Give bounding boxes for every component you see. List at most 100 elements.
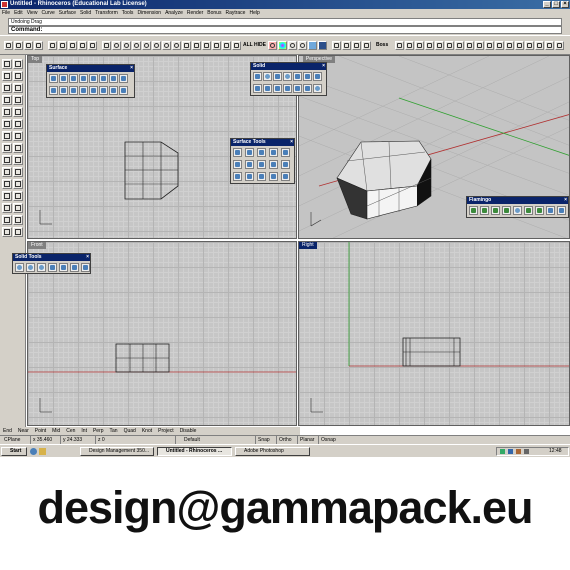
sphere-tool-icon[interactable] <box>13 143 23 153</box>
edge-surface-icon[interactable] <box>69 74 78 83</box>
four-view-icon[interactable] <box>182 41 191 50</box>
osnap-mid[interactable]: Mid <box>49 427 63 435</box>
menu-raytrace[interactable]: Raytrace <box>223 9 247 17</box>
cut-icon[interactable] <box>48 41 57 50</box>
surface-palette[interactable]: Surface × <box>46 64 135 98</box>
close-icon[interactable]: × <box>290 139 293 146</box>
solid-tools-palette[interactable]: Solid Tools × <box>12 253 91 274</box>
menu-render[interactable]: Render <box>185 9 205 17</box>
ellipse-tool-icon[interactable] <box>13 95 23 105</box>
flamingo-plant-icon[interactable] <box>524 206 533 215</box>
flamingo-palette-header[interactable]: Flamingo × <box>467 197 568 204</box>
pan-hand-icon[interactable] <box>102 41 111 50</box>
arc-tool-icon[interactable] <box>2 95 12 105</box>
offset-tool-icon[interactable] <box>13 119 23 129</box>
antivirus-icon[interactable] <box>516 449 521 454</box>
tray-app-icon[interactable] <box>524 449 529 454</box>
flamingo-stop-icon[interactable] <box>557 206 566 215</box>
rail-revolve-icon[interactable] <box>119 74 128 83</box>
options-icon[interactable] <box>362 41 371 50</box>
cplane-icon[interactable] <box>212 41 221 50</box>
move-tool-icon[interactable] <box>2 167 12 177</box>
ellipse-icon[interactable] <box>445 41 454 50</box>
offset-icon[interactable] <box>495 41 504 50</box>
layout-icon[interactable] <box>202 41 211 50</box>
close-icon[interactable]: × <box>130 65 133 72</box>
sphere-icon[interactable] <box>263 72 272 81</box>
loft-tool-icon[interactable] <box>13 131 23 141</box>
osnap-perp[interactable]: Perp <box>90 427 107 435</box>
curve-icon[interactable] <box>415 41 424 50</box>
zoom-extents-all-icon[interactable] <box>162 41 171 50</box>
osnap-cen[interactable]: Cen <box>63 427 78 435</box>
point-icon[interactable] <box>13 59 23 69</box>
menu-surface[interactable]: Surface <box>57 9 78 17</box>
menu-transform[interactable]: Transform <box>93 9 120 17</box>
show-edges-icon[interactable] <box>281 172 290 181</box>
copy-tool-icon[interactable] <box>13 167 23 177</box>
trim-icon[interactable] <box>515 41 524 50</box>
curvature-tool-icon[interactable] <box>13 227 23 237</box>
surface-tools-palette[interactable]: Surface Tools × <box>230 138 295 184</box>
zoom-window-icon[interactable] <box>132 41 141 50</box>
unroll-icon[interactable] <box>245 172 254 181</box>
extract-surface-icon[interactable] <box>70 263 79 272</box>
save-icon[interactable] <box>24 41 33 50</box>
osnap-toggle[interactable]: Osnap <box>318 436 336 444</box>
merge-surface-icon[interactable] <box>245 160 254 169</box>
flamingo-options-icon[interactable] <box>546 206 555 215</box>
cap-holes-icon[interactable] <box>59 263 68 272</box>
network-icon[interactable] <box>500 449 505 454</box>
ie-quicklaunch-icon[interactable] <box>30 448 37 455</box>
revolve-icon[interactable] <box>109 74 118 83</box>
redo-icon[interactable] <box>88 41 97 50</box>
mirror-tool-icon[interactable] <box>2 191 12 201</box>
extend-icon[interactable] <box>505 41 514 50</box>
copy-icon[interactable] <box>58 41 67 50</box>
menu-analyze[interactable]: Analyze <box>163 9 185 17</box>
surface-from-grid-icon[interactable] <box>109 86 118 95</box>
rebuild-icon[interactable] <box>555 41 564 50</box>
pyramid-icon[interactable] <box>303 72 312 81</box>
osnap-near[interactable]: Near <box>15 427 32 435</box>
render-icon[interactable] <box>318 41 327 50</box>
sweep1-icon[interactable] <box>49 86 58 95</box>
boolean-split-icon[interactable] <box>48 263 57 272</box>
osnap-disable[interactable]: Disable <box>177 427 200 435</box>
pipe-icon[interactable] <box>263 84 272 93</box>
mesh-tool-icon[interactable] <box>2 155 12 165</box>
menu-bonus[interactable]: Bonus <box>205 9 223 17</box>
start-button[interactable]: Start <box>1 447 27 456</box>
fillet-edge-icon[interactable] <box>81 263 90 272</box>
osnap-tan[interactable]: Tan <box>107 427 121 435</box>
grid-icon[interactable] <box>192 41 201 50</box>
rectangle-tool-icon[interactable] <box>2 107 12 117</box>
osnap-point[interactable]: Point <box>32 427 49 435</box>
set-cplane-icon[interactable] <box>222 41 231 50</box>
menu-curve[interactable]: Curve <box>39 9 56 17</box>
boolean-tool-icon[interactable] <box>13 155 23 165</box>
arc-icon[interactable] <box>425 41 434 50</box>
extrude-solid-icon[interactable] <box>273 84 282 93</box>
truncated-cone-icon[interactable] <box>293 72 302 81</box>
boss-label[interactable]: Boss <box>376 42 388 48</box>
taskbar-item-design-management[interactable]: Design Management 350... <box>80 447 154 456</box>
layer-selector[interactable]: Default <box>175 436 200 444</box>
color-wheel-icon[interactable] <box>278 41 287 50</box>
osnap-quad[interactable]: Quad <box>121 427 139 435</box>
viewport-right[interactable]: Right <box>298 241 570 426</box>
shade-icon[interactable] <box>268 41 277 50</box>
menu-edit[interactable]: Edit <box>12 9 25 17</box>
cap-icon[interactable] <box>313 84 322 93</box>
symmetry-icon[interactable] <box>269 172 278 181</box>
fillet-icon[interactable] <box>475 41 484 50</box>
desktop-quicklaunch-icon[interactable] <box>39 448 46 455</box>
torus-icon[interactable] <box>283 84 292 93</box>
fillet-surface-icon[interactable] <box>233 148 242 157</box>
menu-tools[interactable]: Tools <box>120 9 136 17</box>
polyline-tool-icon[interactable] <box>13 71 23 81</box>
menu-solid[interactable]: Solid <box>78 9 93 17</box>
extend-surface-icon[interactable] <box>233 160 242 169</box>
osnap-end[interactable]: End <box>0 427 15 435</box>
extrude-icon[interactable] <box>89 74 98 83</box>
